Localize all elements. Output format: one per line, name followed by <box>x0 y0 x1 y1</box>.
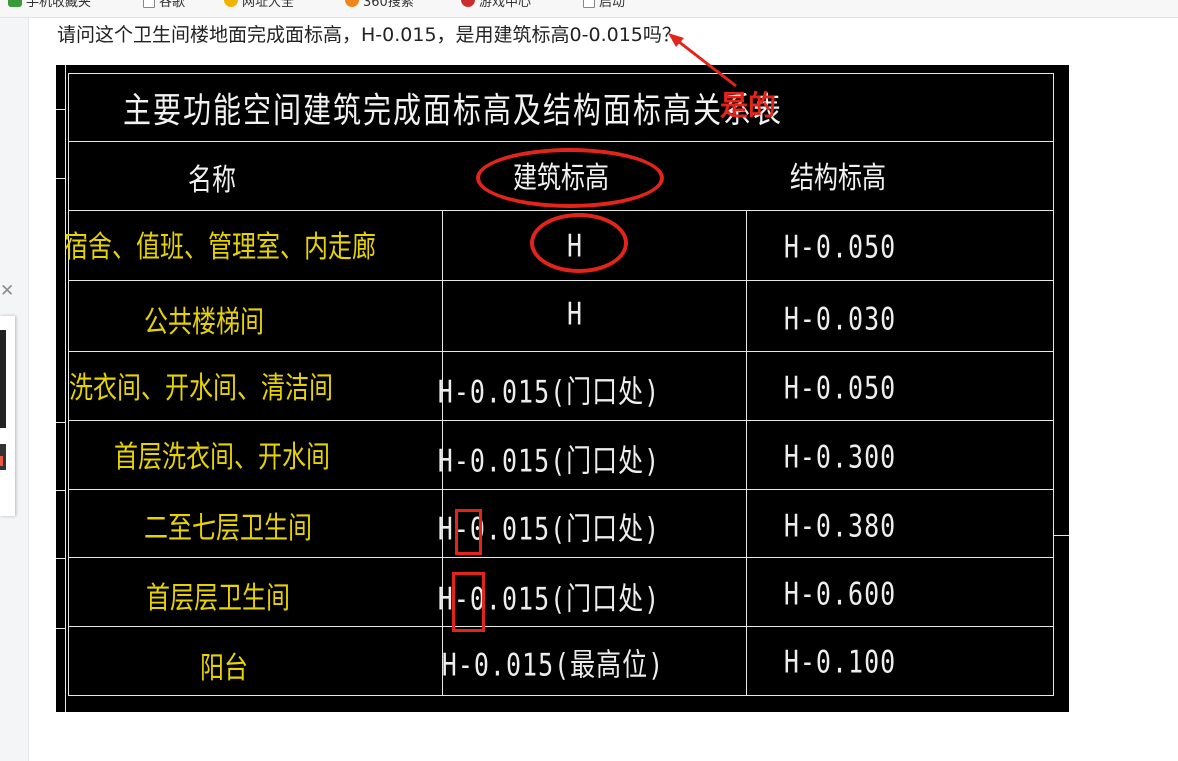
bookmark-item[interactable]: 网址大全 <box>224 0 295 10</box>
grid-line <box>65 65 66 712</box>
row-name: 洗衣间、开水间、清洁间 <box>69 370 333 406</box>
bookmark-item[interactable]: 手机收藏夹 <box>8 0 92 10</box>
row-name: 二至七层卫生间 <box>144 510 312 546</box>
grid-line <box>56 628 66 629</box>
question-text: 请问这个卫生间楼地面完成面标高，H-0.015，是用建筑标高0-0.015吗？ <box>57 24 681 46</box>
bookmark-item[interactable]: 启动 <box>583 0 626 10</box>
grid-line <box>56 422 66 423</box>
row-struct-value: H-0.100 <box>783 643 897 681</box>
row-struct-value: H-0.030 <box>783 300 897 338</box>
grid-line <box>68 695 1054 696</box>
bookmark-label: 启动 <box>599 0 626 10</box>
grid-line <box>56 558 66 559</box>
row-struct-value: H-0.380 <box>783 507 897 545</box>
grid-line <box>1053 535 1069 536</box>
grid-line <box>68 420 1054 421</box>
side-panel-mark <box>0 456 3 466</box>
header-struct-elevation: 结构标高 <box>790 160 886 196</box>
orange-search-icon <box>345 0 359 7</box>
red-game-icon <box>461 0 475 7</box>
grid-line <box>68 557 1054 558</box>
row-struct-value: H-0.300 <box>783 438 897 476</box>
grid-line <box>56 178 66 179</box>
row-name: 首层层卫生间 <box>146 580 290 616</box>
grid-line <box>68 626 1054 627</box>
annotation-ellipse <box>530 213 628 273</box>
bookmark-label: 手机收藏夹 <box>26 0 92 10</box>
grid-line <box>68 280 1054 281</box>
table-title: 主要功能空间建筑完成面标高及结构面标高关系表 <box>122 89 784 131</box>
row-struct-value: H-0.600 <box>783 575 897 613</box>
close-icon[interactable]: ✕ <box>0 283 14 300</box>
bookmark-item[interactable]: 谷歌 <box>143 0 186 10</box>
grid-line <box>68 489 1054 490</box>
grid-line <box>56 490 66 491</box>
grid-line <box>68 73 1054 74</box>
grid-line <box>68 141 1054 142</box>
doc-icon <box>583 0 595 8</box>
row-name: 首层洗衣间、开水间 <box>114 439 330 475</box>
grid-line <box>746 210 747 696</box>
annotation-box <box>455 509 482 555</box>
bookmark-item[interactable]: 360搜索 <box>345 0 414 10</box>
row-arch-value: H-0.015(门口处) <box>437 373 661 411</box>
row-arch-value: H-0.015(门口处) <box>437 442 661 480</box>
grid-line <box>56 109 66 110</box>
grid-line <box>68 351 1054 352</box>
row-name: 宿舍、值班、管理室、内走廊 <box>64 229 376 265</box>
yellow-globe-icon <box>224 0 238 7</box>
bookmark-label: 谷歌 <box>159 0 186 10</box>
grid-line <box>68 210 1054 211</box>
row-name: 公共楼梯间 <box>144 304 264 340</box>
row-name: 阳台 <box>200 650 248 686</box>
side-panel-mark <box>0 330 6 428</box>
annotation-box <box>452 572 485 632</box>
grid-line <box>1053 73 1054 696</box>
bookmarks-bar: 手机收藏夹 谷歌 网址大全 360搜索 游戏中心 启动 <box>0 0 1178 18</box>
bookmark-label: 游戏中心 <box>479 0 532 10</box>
green-phone-icon <box>8 0 22 7</box>
answer-annotation: 是的 <box>720 89 777 122</box>
bookmark-label: 网址大全 <box>242 0 295 10</box>
side-floating-panel[interactable] <box>0 316 15 516</box>
row-arch-value: H <box>566 295 584 333</box>
annotation-ellipse <box>476 148 664 208</box>
bookmark-item[interactable]: 游戏中心 <box>461 0 532 10</box>
row-struct-value: H-0.050 <box>783 228 897 266</box>
bookmark-label: 360搜索 <box>363 0 414 10</box>
row-struct-value: H-0.050 <box>783 369 897 407</box>
doc-icon <box>143 0 155 8</box>
row-arch-value: H-0.015(最高位) <box>441 646 665 684</box>
header-name: 名称 <box>188 162 236 198</box>
